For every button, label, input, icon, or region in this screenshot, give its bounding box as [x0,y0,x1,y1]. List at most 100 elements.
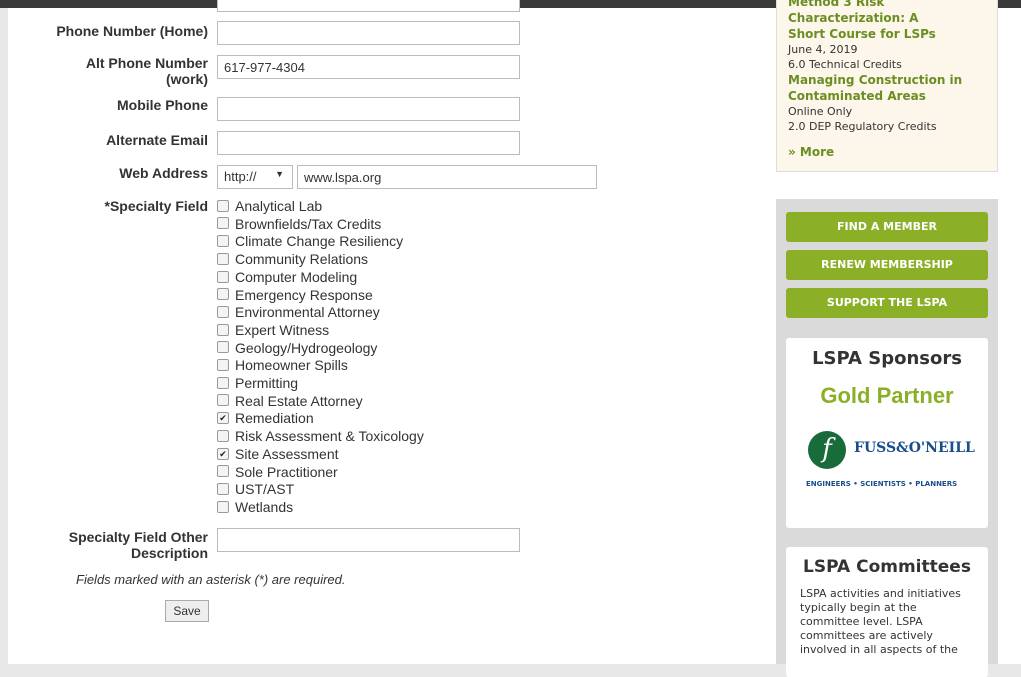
sponsor-name: FUSS&O'NEILL [854,440,975,456]
sponsor-logo[interactable]: f FUSS&O'NEILL ENGINEERS • SCIENTISTS • … [806,428,978,488]
specialty-option-label: Geology/Hydrogeology [235,339,378,356]
web-address-input[interactable] [297,165,597,189]
phone-home-input[interactable] [217,21,520,45]
event-credits: 6.0 Technical Credits [788,58,902,71]
committees-title: LSPA Committees [803,557,971,577]
event-title[interactable]: Method 3 Risk Characterization: A Short C… [788,0,993,42]
checkbox[interactable] [217,500,229,513]
sponsor-tagline: ENGINEERS • SCIENTISTS • PLANNERS [806,480,958,488]
specialty-option[interactable]: ✔ Site Assessment [217,446,339,463]
specialty-option[interactable]: Environmental Attorney [217,304,380,321]
specialty-option[interactable]: Expert Witness [217,322,329,339]
checkbox[interactable] [217,482,229,495]
specialty-option-label: Environmental Attorney [235,304,380,321]
committees-text-line: typically begin at the [800,601,917,614]
specialty-option[interactable]: UST/AST [217,481,294,498]
committees-text-line: committee level. LSPA [800,615,923,628]
specialty-field-label: *Specialty Field [104,198,208,214]
specialty-option[interactable]: Community Relations [217,251,368,268]
specialty-option[interactable]: Real Estate Attorney [217,393,363,410]
checkbox[interactable] [217,235,229,248]
specialty-option-label: Computer Modeling [235,268,358,285]
specialty-option[interactable]: Computer Modeling [217,269,357,286]
event-date: Online Only [788,105,853,118]
specialty-option-label: Climate Change Resiliency [235,233,404,250]
checkbox[interactable] [217,305,229,318]
specialty-option-label: Homeowner Spills [235,357,348,374]
web-protocol-select[interactable]: http:// ▼ [217,165,293,189]
specialty-option-label: Brownfields/Tax Credits [235,215,382,232]
support-lspa-button[interactable]: SUPPORT THE LSPA [786,288,988,318]
alt-phone-label-line1: Alt Phone Number [85,55,208,71]
specialty-option-label: Wetlands [235,498,294,515]
event-title[interactable]: Managing Construction in Contaminated Are… [788,72,993,104]
other-desc-label: Specialty Field Other Description [8,529,208,561]
other-desc-input[interactable] [217,528,520,552]
event-title-line1: Method 3 Risk Characterization: A [788,0,919,25]
checkbox[interactable] [217,270,229,283]
committees-text-line: LSPA activities and initiatives [800,587,961,600]
event-title-line2: Short Course for LSPs [788,27,936,41]
web-address-label: Web Address [119,165,208,181]
more-events-link[interactable]: » More [788,144,834,160]
checkbox[interactable] [217,429,229,442]
alt-phone-label: Alt Phone Number (work) [8,55,208,87]
partial-top-input[interactable] [217,0,520,12]
specialty-option[interactable]: Analytical Lab [217,198,322,215]
other-desc-label-line2: Description [130,545,208,561]
checkbox[interactable] [217,217,229,230]
sponsors-card: LSPA Sponsors Gold Partner f FUSS&O'NEIL… [786,338,988,528]
specialty-option[interactable]: Geology/Hydrogeology [217,340,377,357]
specialty-option-label: Expert Witness [235,321,330,338]
specialty-option[interactable]: Emergency Response [217,287,373,304]
checkbox-checked[interactable]: ✔ [217,447,229,460]
specialty-option[interactable]: Homeowner Spills [217,357,348,374]
event-credits: 2.0 DEP Regulatory Credits [788,120,937,133]
mobile-phone-input[interactable] [217,97,520,121]
event-title-line1: Managing Construction in [788,73,963,87]
specialty-option-label: Remediation [235,410,314,427]
alt-email-input[interactable] [217,131,520,155]
save-button[interactable]: Save [165,600,209,622]
chevron-down-icon: ▼ [275,169,284,179]
checkbox[interactable] [217,288,229,301]
event-title-line2: Contaminated Areas [788,89,926,103]
specialty-option-label: Real Estate Attorney [235,392,363,409]
checkbox[interactable] [217,341,229,354]
checkbox[interactable] [217,252,229,265]
alt-phone-input[interactable] [217,55,520,79]
alt-email-label: Alternate Email [106,132,208,148]
specialty-option[interactable]: Wetlands [217,499,293,516]
checkbox[interactable] [217,394,229,407]
find-member-button[interactable]: FIND A MEMBER [786,212,988,242]
specialty-option-label: Site Assessment [235,445,339,462]
checkbox-checked[interactable]: ✔ [217,412,229,425]
specialty-option-label: Permitting [235,375,299,391]
alt-phone-label-line2: (work) [166,71,208,87]
checkbox[interactable] [217,376,229,389]
gold-partner-label: Gold Partner [820,383,954,408]
specialty-option-label: Analytical Lab [235,198,323,214]
committees-text-line: committees are actively [800,629,933,642]
specialty-option-label: Emergency Response [235,286,373,303]
committees-text: LSPA activities and initiatives typicall… [800,587,974,657]
other-desc-label-line1: Specialty Field Other [68,529,208,545]
phone-home-label: Phone Number (Home) [56,23,208,39]
specialty-option[interactable]: Sole Practitioner [217,464,338,481]
mobile-phone-label: Mobile Phone [117,97,208,113]
specialty-option-label: Community Relations [235,251,369,268]
checkbox[interactable] [217,323,229,336]
specialty-option[interactable]: Permitting [217,375,298,392]
specialty-option[interactable]: ✔ Remediation [217,410,314,427]
event-date: June 4, 2019 [788,43,858,56]
specialty-option[interactable]: Risk Assessment & Toxicology [217,428,424,445]
renew-membership-button[interactable]: RENEW MEMBERSHIP [786,250,988,280]
specialty-option-label: Sole Practitioner [235,463,338,480]
web-protocol-value: http:// [224,169,257,184]
checkbox[interactable] [217,465,229,478]
specialty-option[interactable]: Climate Change Resiliency [217,233,403,250]
checkbox[interactable] [217,199,229,212]
checkbox[interactable] [217,359,229,372]
sponsor-logo-icon: f [808,431,846,469]
specialty-option[interactable]: Brownfields/Tax Credits [217,216,381,233]
